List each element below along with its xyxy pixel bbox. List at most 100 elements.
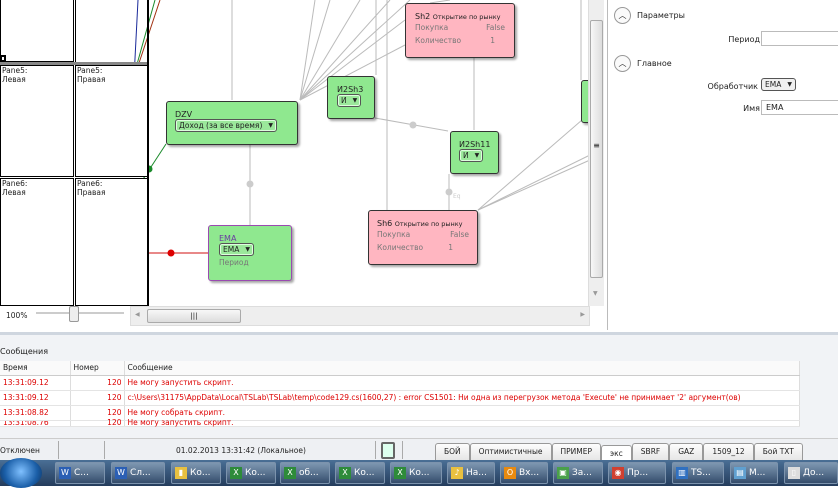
scroll-right-icon[interactable]: ▶ xyxy=(580,311,585,318)
start-button[interactable] xyxy=(0,458,42,488)
zoom-slider-thumb[interactable] xyxy=(69,306,79,322)
table-row[interactable]: 13:31:09.12 120 c:\Users\31175\AppData\Loc… xyxy=(0,390,800,406)
zoom-label: 100% xyxy=(6,311,28,320)
taskbar-label: С... xyxy=(74,468,89,478)
scroll-down-icon[interactable]: ▼ xyxy=(593,290,598,297)
vertical-scrollbar[interactable]: ≡ ▼ xyxy=(588,0,604,306)
i2sh11-select[interactable]: И ▼ xyxy=(459,149,484,162)
tab-1509-12[interactable]: 1509_12 xyxy=(703,443,754,460)
messages-title: Сообщения xyxy=(0,347,49,356)
pane-5-right[interactable]: Pane5: Правая xyxy=(75,65,149,177)
taskbar-item[interactable]: O Вх... xyxy=(500,462,548,484)
taskbar-item[interactable]: ▥ TS... xyxy=(672,462,724,484)
horizontal-scrollbar[interactable]: ◀ ||| ▶ xyxy=(130,306,590,326)
node-i2sh11[interactable]: И2Sh11 И ▼ xyxy=(450,131,499,174)
sh6-buy-value[interactable]: False xyxy=(450,228,469,241)
taskbar-label: Ко... xyxy=(409,468,430,478)
strategy-canvas[interactable]: Pane5: Левая Pane5: Правая Pane6: Левая Pan… xyxy=(0,0,605,330)
node-dzv[interactable]: DZV Доход (за все время) ▼ xyxy=(166,101,298,145)
app-icon: W xyxy=(59,467,71,479)
app-icon: X xyxy=(284,467,296,479)
indicator-icon[interactable] xyxy=(381,442,395,459)
taskbar-item[interactable]: ◉ Пр... xyxy=(608,462,666,484)
dzv-select[interactable]: Доход (за все время) ▼ xyxy=(175,119,277,132)
taskbar-item[interactable]: W С... xyxy=(55,462,105,484)
taskbar-item[interactable]: ▣ За... xyxy=(553,462,603,484)
taskbar-label: За... xyxy=(572,468,592,478)
scroll-left-icon[interactable]: ◀ xyxy=(135,311,140,318)
taskbar-label: До... xyxy=(803,468,825,478)
vertical-scroll-thumb[interactable]: ≡ xyxy=(590,20,603,278)
pane-4-left[interactable] xyxy=(0,0,74,62)
sh6-qty-value[interactable]: 1 xyxy=(448,241,469,254)
tab-sbrf[interactable]: SBRF xyxy=(631,443,670,460)
node-i2sh3[interactable]: И2Sh3 И ▼ xyxy=(327,76,375,119)
app-icon: X xyxy=(230,467,242,479)
taskbar-label: Сл... xyxy=(130,468,151,478)
node-sh6[interactable]: Sh6 Открытие по рынку Покупка False Колич… xyxy=(368,210,478,265)
pane-6-right[interactable]: Pane6: Правая xyxy=(75,178,149,306)
tab-boi-txt[interactable]: Бой TXT xyxy=(753,443,803,460)
taskbar-item[interactable]: X Ко... xyxy=(335,462,385,484)
section-main[interactable]: ︿ Главное xyxy=(614,55,672,72)
taskbar-label: Ко... xyxy=(354,468,375,478)
sh2-qty-value[interactable]: 1 xyxy=(490,34,505,47)
sh2-buy-value[interactable]: False xyxy=(486,21,505,34)
node-sh2[interactable]: Sh2 Открытие по рынку Покупка False Колич… xyxy=(405,3,515,58)
app-icon: X xyxy=(339,467,351,479)
taskbar-item[interactable]: ▯ До... xyxy=(784,462,838,484)
taskbar-item[interactable]: X Ко... xyxy=(390,462,442,484)
tab-primer[interactable]: ПРИМЕР xyxy=(551,443,602,460)
chevron-down-icon: ▼ xyxy=(787,81,792,88)
horizontal-scroll-thumb[interactable]: ||| xyxy=(147,309,241,323)
panes-border xyxy=(147,0,149,306)
table-row[interactable]: 13:31:08.76 120 Не могу запустить скрипт. xyxy=(0,419,800,427)
app-icon: ◉ xyxy=(612,467,624,479)
zoom-slider-track[interactable] xyxy=(36,312,124,314)
taskbar: W С... W Сл... ▮ Ко... X Ко... Xоб... X Ко... X Ко..… xyxy=(0,458,838,488)
taskbar-item[interactable]: ▤ М... xyxy=(730,462,778,484)
name-input[interactable]: EMA xyxy=(761,100,838,115)
tab-optimistic[interactable]: Оптимистичные xyxy=(469,443,552,460)
status-bar: Отключен 01.02.2013 13:31:42 (Локальное)… xyxy=(0,438,838,462)
pane-5-left[interactable]: Pane5: Левая xyxy=(0,65,74,177)
edge-label: Eq xyxy=(453,193,461,200)
column-message[interactable]: Сообщение xyxy=(124,361,800,376)
handler-select[interactable]: EMA ▼ xyxy=(761,78,796,91)
section-parameters[interactable]: ︿ Параметры xyxy=(614,7,685,24)
taskbar-label: Ко... xyxy=(190,468,211,478)
taskbar-label: TS... xyxy=(691,468,711,478)
pane-6-left[interactable]: Pane6: Левая xyxy=(0,178,74,306)
taskbar-item[interactable]: W Сл... xyxy=(111,462,165,484)
collapse-icon[interactable]: ︿ xyxy=(614,55,631,72)
taskbar-item[interactable]: Xоб... xyxy=(280,462,330,484)
ema-select[interactable]: EMA ▼ xyxy=(219,243,254,256)
taskbar-item[interactable]: ▮ Ко... xyxy=(171,462,221,484)
app-icon: ▤ xyxy=(734,467,746,479)
chevron-down-icon: ▼ xyxy=(352,97,358,104)
taskbar-item[interactable]: ♪ На... xyxy=(447,462,495,484)
app-icon: ▮ xyxy=(175,467,187,479)
collapse-icon[interactable]: ︿ xyxy=(614,7,631,24)
status-datetime: 01.02.2013 13:31:42 (Локальное) xyxy=(176,446,306,455)
i2sh3-select[interactable]: И ▼ xyxy=(337,94,362,107)
period-input[interactable] xyxy=(761,31,838,46)
node-ema[interactable]: EMA EMA ▼ Период xyxy=(208,225,292,281)
tab-boi[interactable]: БОЙ xyxy=(435,443,470,460)
app-icon: ▥ xyxy=(676,467,688,479)
pane-4-right[interactable] xyxy=(75,0,148,62)
zoom-bar: 100% xyxy=(0,306,145,328)
app-icon: ♪ xyxy=(451,467,463,479)
column-number[interactable]: Номер xyxy=(70,361,125,376)
app-icon: ▯ xyxy=(788,467,800,479)
table-row[interactable]: 13:31:09.12 120 Не могу запустить скрипт. xyxy=(0,375,800,391)
properties-panel: ︿ Параметры Период ︿ Главное Обработчик EM… xyxy=(607,0,838,330)
chevron-down-icon: ▼ xyxy=(268,122,273,129)
tab-gaz[interactable]: GAZ xyxy=(669,443,704,460)
column-time[interactable]: Время xyxy=(0,361,71,376)
app-icon: X xyxy=(394,467,406,479)
taskbar-label: об... xyxy=(299,468,319,478)
messages-panel: Сообщения Время Номер Сообщение 13:31:09.1… xyxy=(0,332,838,438)
chevron-down-icon: ▼ xyxy=(245,246,250,253)
taskbar-item[interactable]: X Ко... xyxy=(226,462,276,484)
